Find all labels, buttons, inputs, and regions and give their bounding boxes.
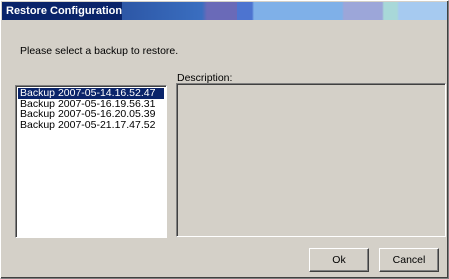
ok-button[interactable]: Ok xyxy=(309,248,369,272)
restore-configuration-dialog: Restore Configuration Please select a ba… xyxy=(0,0,449,279)
window-title: Restore Configuration xyxy=(6,5,123,17)
instruction-text: Please select a backup to restore. xyxy=(20,45,179,57)
backup-list-item[interactable]: Backup 2007-05-16.20.05.39 xyxy=(18,109,164,120)
backup-list-item[interactable]: Backup 2007-05-14.16.52.47 xyxy=(18,88,164,99)
title-bar[interactable]: Restore Configuration xyxy=(2,2,447,20)
description-box xyxy=(176,83,446,237)
cancel-button[interactable]: Cancel xyxy=(379,248,439,272)
backup-list[interactable]: Backup 2007-05-14.16.52.47 Backup 2007-0… xyxy=(15,85,167,238)
backup-list-item[interactable]: Backup 2007-05-21.17.47.52 xyxy=(18,119,164,131)
